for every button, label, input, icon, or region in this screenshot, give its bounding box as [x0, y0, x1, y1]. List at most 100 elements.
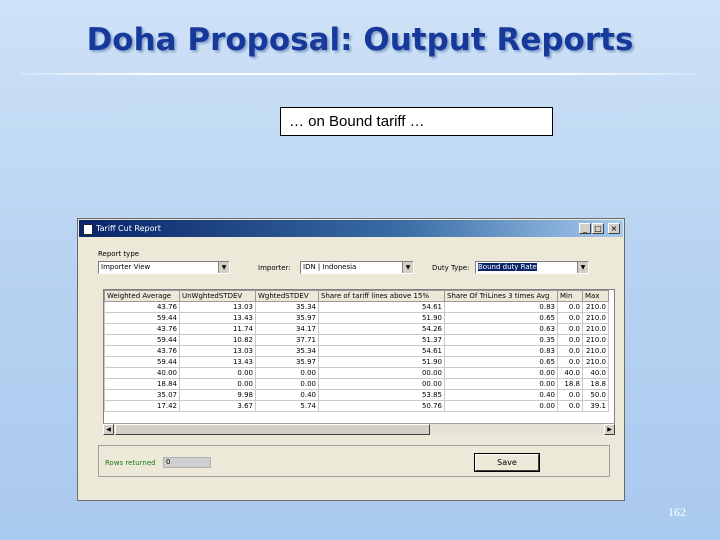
table-cell: 0.63	[444, 323, 558, 335]
table-cell: 0.65	[444, 312, 558, 324]
column-header[interactable]: WghtedSTDEV	[255, 290, 319, 302]
table-cell: 0.0	[557, 356, 583, 368]
table-cell: 18.8	[582, 378, 609, 390]
table-cell: 50.0	[582, 389, 609, 401]
table-cell: 54.26	[318, 323, 445, 335]
table-cell: 50.76	[318, 400, 445, 412]
table-row[interactable]: 18.84 0.00 0.00 00.00 0.00 18.8 18.8	[104, 378, 609, 390]
rows-returned-field: 0	[163, 457, 211, 468]
caption-box: … on Bound tariff …	[280, 107, 553, 136]
table-cell: 0.00	[444, 367, 558, 379]
report-table: Weighted Average UnWghtedSTDEV WghtedSTD…	[104, 290, 609, 412]
table-cell: 0.00	[444, 400, 558, 412]
maximize-button[interactable]: □	[592, 223, 604, 234]
importer-value: IDN | Indonesia	[303, 263, 357, 271]
table-cell: 0.35	[444, 334, 558, 346]
table-cell: 37.71	[255, 334, 319, 346]
table-cell: 0.65	[444, 356, 558, 368]
column-header[interactable]: UnWghtedSTDEV	[179, 290, 256, 302]
column-header[interactable]: Max	[582, 290, 609, 302]
app-icon	[83, 224, 93, 235]
table-cell: 00.00	[318, 367, 445, 379]
table-row[interactable]: 43.76 13.03 35.34 54.61 0.83 0.0 210.0	[104, 345, 609, 357]
duty-type-select[interactable]: Bound duty Rate ▼	[475, 261, 589, 274]
table-cell: 0.83	[444, 301, 558, 313]
table-body: 43.76 13.03 35.34 54.61 0.83 0.0 210.0 59.44 13.…	[104, 301, 609, 412]
status-panel: Rows returned 0 Save	[98, 445, 610, 477]
rows-returned-label: Rows returned	[105, 459, 156, 467]
table-cell: 40.0	[582, 367, 609, 379]
table-cell: 43.76	[104, 301, 180, 313]
table-cell: 0.0	[557, 301, 583, 313]
table-row[interactable]: 43.76 11.74 34.17 54.26 0.63 0.0 210.0	[104, 323, 609, 335]
column-header[interactable]: Weighted Average	[104, 290, 180, 302]
table-cell: 0.0	[557, 389, 583, 401]
table-cell: 0.0	[557, 345, 583, 357]
table-cell: 35.97	[255, 356, 319, 368]
table-cell: 0.00	[444, 378, 558, 390]
table-cell: 59.44	[104, 356, 180, 368]
chevron-down-icon[interactable]: ▼	[577, 262, 588, 273]
table-row[interactable]: 43.76 13.03 35.34 54.61 0.83 0.0 210.0	[104, 301, 609, 313]
scrollbar-thumb[interactable]	[115, 424, 430, 435]
table-cell: 40.00	[104, 367, 180, 379]
table-row[interactable]: 17.42 3.67 5.74 50.76 0.00 0.0 39.1	[104, 400, 609, 412]
table-cell: 13.03	[179, 345, 256, 357]
table-cell: 0.00	[255, 367, 319, 379]
horizontal-scrollbar[interactable]: ◀ ▶	[103, 423, 615, 435]
table-cell: 5.74	[255, 400, 319, 412]
column-header[interactable]: Share Of TriLines 3 times Avg	[444, 290, 558, 302]
table-cell: 210.0	[582, 345, 609, 357]
duty-type-label: Duty Type:	[432, 264, 470, 272]
tariff-cut-report-window: Tariff Cut Report _ □ × Report type Impo…	[77, 218, 625, 501]
table-cell: 18.84	[104, 378, 180, 390]
table-cell: 35.07	[104, 389, 180, 401]
table-cell: 0.40	[255, 389, 319, 401]
table-cell: 11.74	[179, 323, 256, 335]
close-button[interactable]: ×	[608, 223, 620, 234]
table-cell: 59.44	[104, 334, 180, 346]
report-type-label: Report type	[98, 250, 140, 258]
title-divider	[20, 73, 696, 75]
table-row[interactable]: 35.07 9.98 0.40 53.85 0.40 0.0 50.0	[104, 389, 609, 401]
window-title: Tariff Cut Report	[96, 224, 161, 233]
importer-select[interactable]: IDN | Indonesia ▼	[300, 261, 414, 274]
table-cell: 13.03	[179, 301, 256, 313]
column-header[interactable]: Share of tariff lines above 15%	[318, 290, 445, 302]
scroll-right-icon[interactable]: ▶	[604, 424, 615, 435]
table-row[interactable]: 40.00 0.00 0.00 00.00 0.00 40.0 40.0	[104, 367, 609, 379]
chevron-down-icon[interactable]: ▼	[402, 262, 413, 273]
table-cell: 0.00	[179, 378, 256, 390]
report-type-select[interactable]: Importer View ▼	[98, 261, 230, 274]
table-cell: 43.76	[104, 345, 180, 357]
table-cell: 0.00	[179, 367, 256, 379]
table-cell: 59.44	[104, 312, 180, 324]
window-titlebar[interactable]: Tariff Cut Report _ □ ×	[79, 220, 623, 237]
table-cell: 00.00	[318, 378, 445, 390]
scroll-left-icon[interactable]: ◀	[103, 424, 114, 435]
table-cell: 3.67	[179, 400, 256, 412]
duty-type-value: Bound duty Rate	[478, 263, 537, 271]
chevron-down-icon[interactable]: ▼	[218, 262, 229, 273]
table-cell: 18.8	[557, 378, 583, 390]
column-header[interactable]: Min	[557, 290, 583, 302]
save-button[interactable]: Save	[474, 453, 540, 472]
table-row[interactable]: 59.44 13.43 35.97 51.90 0.65 0.0 210.0	[104, 312, 609, 324]
table-cell: 35.34	[255, 301, 319, 313]
table-cell: 210.0	[582, 323, 609, 335]
table-cell: 0.83	[444, 345, 558, 357]
table-cell: 0.0	[557, 323, 583, 335]
table-cell: 35.97	[255, 312, 319, 324]
table-cell: 210.0	[582, 334, 609, 346]
page-number: 162	[668, 505, 686, 519]
table-row[interactable]: 59.44 10.82 37.71 51.37 0.35 0.0 210.0	[104, 334, 609, 346]
table-header-row: Weighted Average UnWghtedSTDEV WghtedSTD…	[104, 290, 609, 302]
table-cell: 0.00	[255, 378, 319, 390]
minimize-button[interactable]: _	[579, 223, 591, 234]
table-cell: 13.43	[179, 356, 256, 368]
table-cell: 210.0	[582, 312, 609, 324]
table-cell: 0.0	[557, 400, 583, 412]
table-cell: 34.17	[255, 323, 319, 335]
report-grid[interactable]: Weighted Average UnWghtedSTDEV WghtedSTD…	[103, 289, 615, 435]
table-row[interactable]: 59.44 13.43 35.97 51.90 0.65 0.0 210.0	[104, 356, 609, 368]
